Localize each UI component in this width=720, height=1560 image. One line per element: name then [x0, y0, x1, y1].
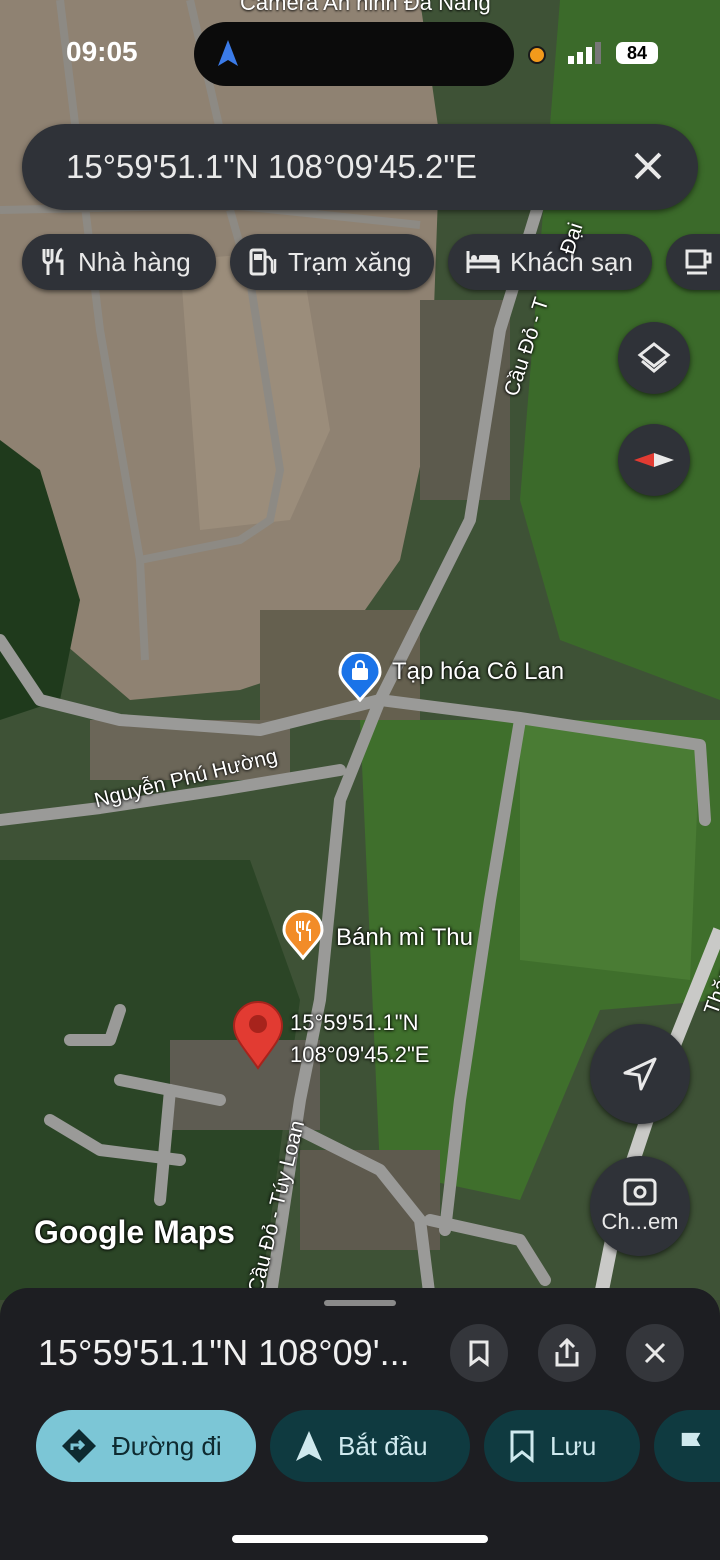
save-icon-button[interactable] — [450, 1324, 508, 1382]
directions-button[interactable]: Đường đi — [36, 1410, 256, 1482]
my-location-button[interactable] — [590, 1024, 690, 1124]
battery-indicator: 84 — [616, 42, 658, 64]
camera-search-button[interactable]: Ch...em — [590, 1156, 690, 1256]
search-query[interactable]: 15°59'51.1"N 108°09'45.2"E — [66, 148, 477, 186]
layers-icon — [637, 342, 671, 373]
compass-icon — [634, 453, 674, 467]
bookmark-icon — [469, 1340, 489, 1367]
restaurant-pin-icon — [282, 910, 324, 960]
camera-icon — [623, 1178, 657, 1206]
flag-icon — [681, 1432, 701, 1460]
close-sheet-button[interactable] — [626, 1324, 684, 1382]
google-maps-watermark: Google Maps — [34, 1214, 235, 1250]
close-icon — [644, 1342, 666, 1364]
signal-icon — [568, 42, 601, 64]
camera-button-label: Ch...em — [601, 1209, 679, 1234]
search-bar[interactable]: 15°59'51.1"N 108°09'45.2"E — [22, 124, 698, 210]
chip-label: Nhà hàng — [78, 246, 191, 277]
flag-button[interactable] — [654, 1410, 720, 1482]
navigation-arrow-icon — [218, 40, 238, 66]
chip-coffee[interactable] — [666, 234, 720, 290]
layers-button[interactable] — [618, 322, 690, 394]
gas-pump-icon — [249, 248, 277, 276]
coffee-icon — [685, 249, 712, 275]
bed-icon — [466, 251, 500, 273]
share-icon — [555, 1338, 579, 1367]
start-label: Bắt đầu — [338, 1430, 428, 1461]
home-indicator[interactable] — [232, 1535, 488, 1543]
compass-button[interactable] — [618, 424, 690, 496]
status-time: 09:05 — [66, 36, 138, 67]
shopping-bag-pin-icon — [338, 652, 382, 702]
sheet-drag-handle[interactable] — [324, 1300, 396, 1306]
top-caption: Camera An ninh Đà Nẵng — [240, 0, 491, 15]
chip-restaurants[interactable]: Nhà hàng — [22, 234, 216, 290]
chip-gas-stations[interactable]: Trạm xăng — [230, 234, 434, 290]
location-pin-icon — [232, 1001, 284, 1070]
close-icon[interactable] — [628, 146, 668, 186]
place-bottom-sheet[interactable]: 15°59'51.1"N 108°09'... Đường đi Bắt đầu… — [0, 1288, 720, 1560]
location-arrow-icon — [623, 1057, 657, 1091]
share-button[interactable] — [538, 1324, 596, 1382]
chip-label: Trạm xăng — [288, 246, 412, 277]
place-label: Tạp hóa Cô Lan — [392, 658, 565, 685]
directions-label: Đường đi — [112, 1430, 222, 1461]
pin-longitude: 108°09'45.2"E — [290, 1042, 430, 1067]
save-label: Lưu — [550, 1430, 597, 1461]
navigation-arrow-icon — [296, 1431, 322, 1461]
fork-knife-icon — [42, 247, 64, 275]
pin-latitude: 15°59'51.1"N — [290, 1010, 419, 1035]
chip-hotels[interactable]: Khách sạn — [448, 234, 652, 290]
dynamic-island[interactable] — [194, 22, 514, 86]
status-bar: Camera An ninh Đà Nẵng 09:05 84 — [0, 0, 720, 110]
save-button[interactable]: Lưu — [484, 1410, 640, 1482]
sheet-title: 15°59'51.1"N 108°09'... — [38, 1332, 410, 1373]
bookmark-icon — [510, 1430, 534, 1463]
place-label: Bánh mì Thu — [336, 924, 473, 951]
recording-dot — [528, 46, 546, 64]
directions-icon — [62, 1429, 96, 1463]
start-button[interactable]: Bắt đầu — [270, 1410, 470, 1482]
